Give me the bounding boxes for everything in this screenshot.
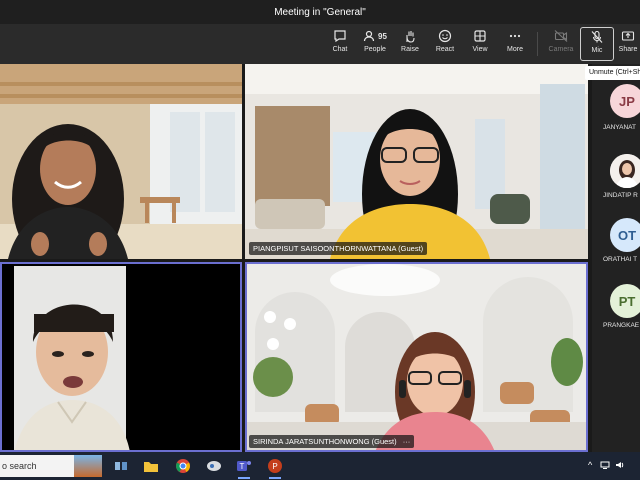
window-title: Meeting in "General" <box>274 6 366 18</box>
video-tile-3[interactable] <box>0 262 242 452</box>
video-feed-4 <box>245 262 588 452</box>
bridge-image-icon <box>74 455 102 477</box>
chat-label: Chat <box>332 46 348 53</box>
video-stage: PIANGPISUT SAISOONTHORNWATTANA (Guest) S… <box>0 64 592 452</box>
share-button[interactable]: Share <box>616 27 640 61</box>
react-button[interactable]: React <box>428 27 462 61</box>
mic-button[interactable]: Mic <box>580 27 614 61</box>
smiley-icon <box>438 27 452 45</box>
volume-icon[interactable] <box>615 460 625 472</box>
video-tile-2[interactable]: PIANGPISUT SAISOONTHORNWATTANA (Guest) <box>245 64 588 259</box>
tile-more-icon[interactable]: ··· <box>403 437 411 446</box>
toolbar-divider <box>537 32 538 56</box>
powerpoint-icon[interactable]: P <box>264 456 286 479</box>
mic-label: Mic <box>591 47 603 54</box>
roster-item-prangkae[interactable]: PT PRANGKAE <box>592 276 640 336</box>
task-view-icon[interactable] <box>110 456 132 476</box>
video-feed-1 <box>0 64 242 259</box>
roster-name: ORATHAI T <box>603 256 638 263</box>
network-icon[interactable] <box>600 460 610 472</box>
camera-label: Camera <box>548 46 574 53</box>
roster-name: JINDATIP R <box>603 192 638 199</box>
roster-item-jindatip[interactable]: JINDATIP R <box>592 144 640 204</box>
avatar: PT <box>610 284 640 318</box>
grid-view-icon <box>473 27 487 45</box>
view-button[interactable]: View <box>463 27 497 61</box>
windows-taskbar: o search T P ^ <box>0 452 640 480</box>
more-button[interactable]: More <box>498 27 532 61</box>
participant-name-4: SIRINDA JARATSUNTHONWONG (Guest) ··· <box>249 435 415 448</box>
teams-window: Meeting in "General" Chat 95 People Rais… <box>0 0 640 480</box>
raise-label: Raise <box>401 46 419 53</box>
tray-expand-icon[interactable]: ^ <box>588 460 592 470</box>
chat-icon <box>333 27 347 45</box>
share-label: Share <box>618 46 638 53</box>
roster-name: PRANGKAE <box>603 322 640 329</box>
avatar: OT <box>610 218 640 252</box>
ellipsis-icon <box>508 27 522 45</box>
roster-item-orathai[interactable]: OT ORATHAI T <box>592 210 640 270</box>
avatar <box>610 154 640 188</box>
participant-gallery: JP JANYANAT JINDATIP R OT ORATHAI T PT P… <box>592 64 640 452</box>
avatar: JP <box>610 84 640 118</box>
participant-name-2: PIANGPISUT SAISOONTHORNWATTANA (Guest) <box>249 242 428 255</box>
mic-muted-icon <box>590 28 604 46</box>
raise-hand-button[interactable]: Raise <box>393 27 427 61</box>
people-label: People <box>364 46 386 53</box>
svg-text:T: T <box>240 462 245 471</box>
roster-name: JANYANAT <box>603 124 636 131</box>
mic-tooltip: Unmute (Ctrl+Shift+M) <box>585 66 640 80</box>
hand-icon <box>403 27 417 45</box>
people-count: 95 <box>378 31 387 41</box>
chrome-icon[interactable] <box>172 456 194 476</box>
roster-item-janyanat[interactable]: JP JANYANAT <box>592 78 640 138</box>
taskbar-search-box[interactable]: o search <box>0 455 102 477</box>
people-icon: 95 <box>363 27 387 45</box>
file-explorer-icon[interactable] <box>140 456 162 476</box>
more-label: More <box>507 46 523 53</box>
video-tile-1[interactable] <box>0 64 242 259</box>
camera-off-icon <box>554 27 568 45</box>
share-icon <box>621 27 635 45</box>
people-button[interactable]: 95 People <box>358 27 392 61</box>
view-label: View <box>472 46 488 53</box>
video-feed-3 <box>0 262 242 452</box>
snipping-tool-icon[interactable] <box>203 456 225 476</box>
chat-button[interactable]: Chat <box>323 27 357 61</box>
title-bar: Meeting in "General" <box>0 0 640 24</box>
react-label: React <box>435 46 455 53</box>
svg-text:P: P <box>272 462 277 471</box>
camera-button[interactable]: Camera <box>544 27 578 61</box>
meeting-toolbar: Chat 95 People Raise React View More Cam… <box>0 24 640 64</box>
search-text: o search <box>2 461 37 471</box>
video-tile-4[interactable]: SIRINDA JARATSUNTHONWONG (Guest) ··· <box>245 262 588 452</box>
teams-icon[interactable]: T <box>233 456 255 479</box>
video-feed-2 <box>245 64 588 259</box>
